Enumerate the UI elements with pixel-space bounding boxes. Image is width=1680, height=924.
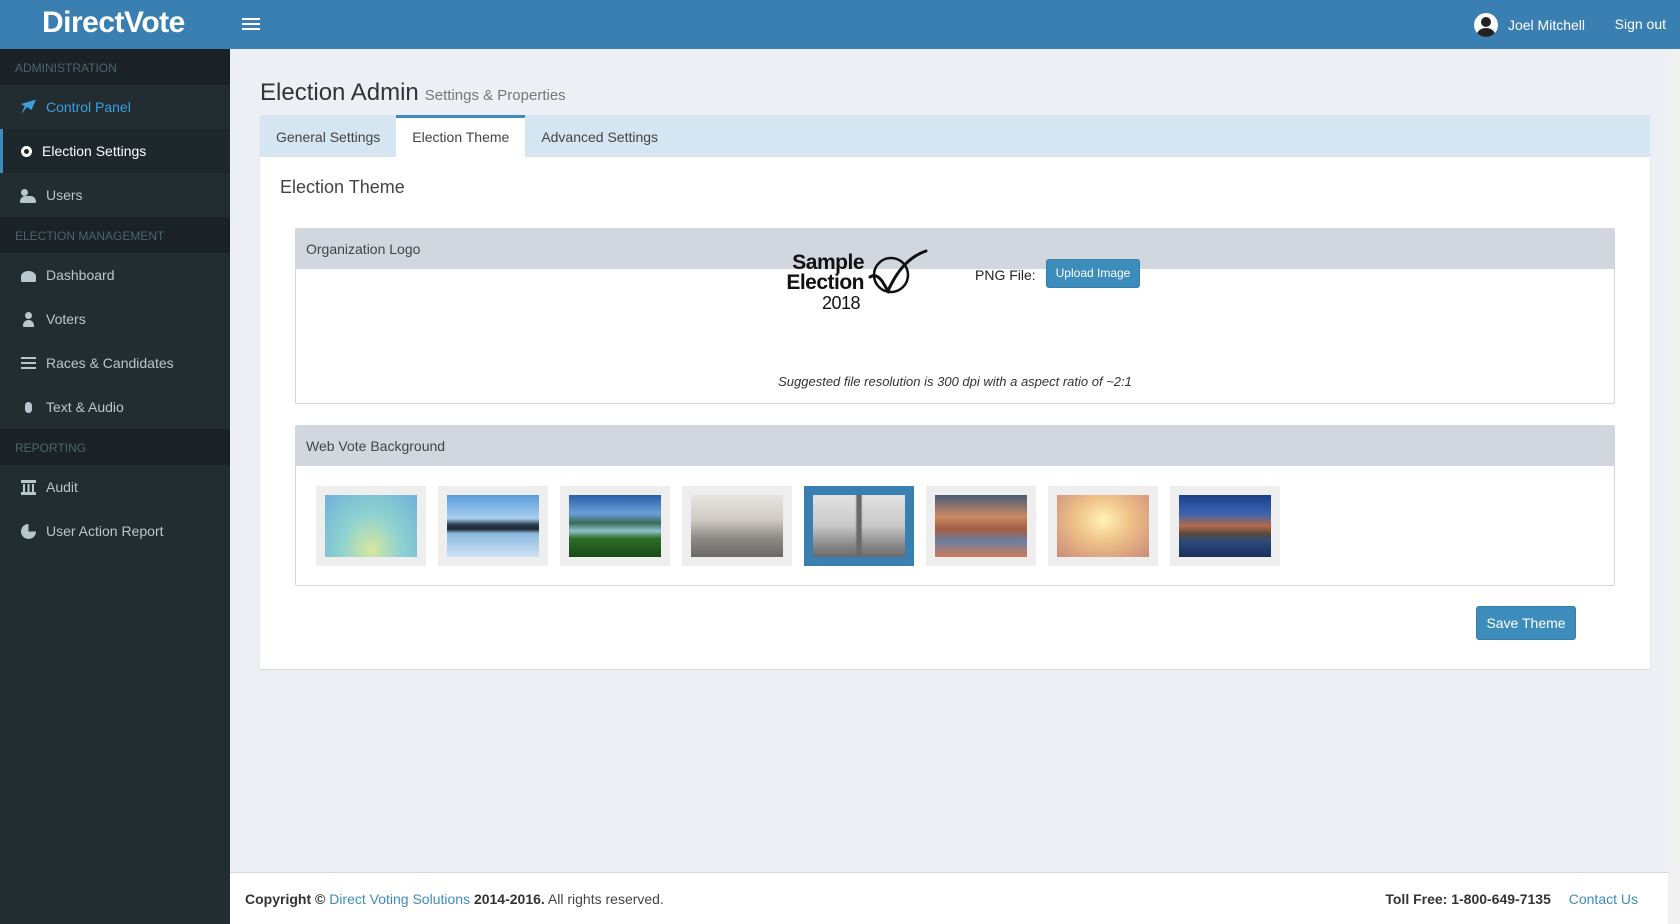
bank-icon	[21, 479, 36, 495]
upload-image-button[interactable]: Upload Image	[1046, 259, 1140, 288]
sidebar-item-label: Voters	[46, 311, 86, 327]
top-navbar: DirectVote Joel Mitchell Sign out	[0, 0, 1680, 49]
background-thumb-skyscraper-city[interactable]	[804, 486, 914, 566]
sidebar-item-label: Election Settings	[42, 143, 147, 159]
sidebar-item-users[interactable]: Users	[0, 173, 230, 217]
contact-us-link[interactable]: Contact Us	[1569, 891, 1638, 907]
page-scrollbar[interactable]	[1668, 49, 1680, 924]
background-thumb-forest-valley[interactable]	[560, 486, 670, 566]
sidebar-item-label: User Action Report	[46, 523, 164, 539]
logo-line-2: 2018	[821, 293, 861, 313]
settings-tabs: General Settings Election Theme Advanced…	[260, 115, 1650, 157]
tab-election-theme[interactable]: Election Theme	[396, 115, 526, 157]
background-thumb-mountain-lake[interactable]	[438, 486, 548, 566]
section-title: Election Theme	[280, 177, 405, 197]
avatar-icon	[1473, 13, 1498, 37]
sign-out-link[interactable]: Sign out	[1615, 16, 1666, 32]
page-title-text: Election Admin	[260, 79, 419, 106]
main-content: Election Admin Settings & Properties Gene…	[230, 49, 1680, 872]
users-icon	[20, 188, 36, 203]
background-thumb-night-street[interactable]	[926, 486, 1036, 566]
panel-heading: Web Vote Background	[296, 426, 1614, 466]
background-thumb-harbor-town[interactable]	[1170, 486, 1280, 566]
sidebar-item-voters[interactable]: Voters	[0, 297, 230, 341]
background-thumb-city-haze[interactable]	[682, 486, 792, 566]
footer-copyright: Copyright © Direct Voting Solutions 2014…	[245, 891, 664, 907]
toll-free-number: Toll Free: 1-800-649-7135	[1385, 891, 1551, 907]
background-thumbnails	[316, 486, 1280, 566]
sidebar-item-user-action-report[interactable]: User Action Report	[0, 509, 230, 553]
sidebar-header-administration: ADMINISTRATION	[0, 49, 230, 85]
web-vote-background-panel: Web Vote Background	[295, 425, 1615, 586]
tab-general-settings[interactable]: General Settings	[260, 115, 396, 157]
dashboard-icon	[21, 271, 36, 282]
microphone-icon	[25, 401, 32, 413]
sidebar-item-audit[interactable]: Audit	[0, 465, 230, 509]
organization-logo-panel: Organization Logo Sample Election 2018 P…	[295, 228, 1615, 404]
page-title: Election Admin Settings & Properties	[260, 79, 566, 107]
png-file-label: PNG File:	[975, 267, 1036, 283]
user-name: Joel Mitchell	[1507, 17, 1585, 33]
sliders-icon	[21, 357, 36, 369]
hamburger-menu-icon[interactable]	[242, 15, 260, 33]
sidebar-header-election-management: ELECTION MANAGEMENT	[0, 217, 230, 253]
page-subtitle: Settings & Properties	[424, 87, 566, 104]
copyright-prefix: Copyright ©	[245, 891, 326, 907]
background-thumb-warm-blur[interactable]	[1048, 486, 1158, 566]
rocket-icon	[21, 99, 36, 115]
sidebar-item-races-candidates[interactable]: Races & Candidates	[0, 341, 230, 385]
sidebar: ADMINISTRATION Control Panel Election Se…	[0, 49, 230, 924]
sidebar-item-election-settings[interactable]: Election Settings	[0, 129, 230, 173]
copyright-years: 2014-2016.	[473, 891, 545, 907]
footer: Copyright © Direct Voting Solutions 2014…	[230, 872, 1680, 924]
footer-contact: Toll Free: 1-800-649-7135 Contact Us	[1385, 891, 1638, 907]
pie-chart-icon	[21, 523, 36, 539]
sidebar-item-label: Audit	[46, 479, 78, 495]
user-menu[interactable]: Joel Mitchell	[1473, 12, 1585, 38]
gears-icon	[21, 145, 32, 157]
sidebar-item-label: Dashboard	[46, 267, 115, 283]
sidebar-item-label: Control Panel	[46, 99, 131, 115]
rights-text: All rights reserved.	[547, 891, 664, 907]
sidebar-item-label: Users	[46, 187, 83, 203]
tab-advanced-settings[interactable]: Advanced Settings	[525, 115, 674, 157]
settings-box: General Settings Election Theme Advanced…	[260, 115, 1650, 669]
sidebar-item-label: Text & Audio	[46, 399, 124, 415]
brand-logo[interactable]: DirectVote	[42, 6, 185, 40]
checkmark-logo-icon	[868, 249, 928, 295]
company-link[interactable]: Direct Voting Solutions	[329, 891, 470, 907]
user-icon	[21, 311, 36, 327]
sidebar-item-control-panel[interactable]: Control Panel	[0, 85, 230, 129]
save-theme-button[interactable]: Save Theme	[1476, 606, 1576, 640]
sidebar-item-label: Races & Candidates	[46, 355, 174, 371]
sidebar-item-dashboard[interactable]: Dashboard	[0, 253, 230, 297]
background-thumb-gradient-teal[interactable]	[316, 486, 426, 566]
sidebar-header-reporting: REPORTING	[0, 429, 230, 465]
panel-heading: Organization Logo	[296, 229, 1614, 269]
organization-logo-image: Sample Election 2018	[734, 249, 944, 313]
logo-text: Sample Election 2018	[734, 251, 864, 313]
resolution-hint: Suggested file resolution is 300 dpi wit…	[778, 374, 1132, 389]
sidebar-item-text-audio[interactable]: Text & Audio	[0, 385, 230, 429]
logo-line-1: Sample Election	[786, 251, 864, 294]
